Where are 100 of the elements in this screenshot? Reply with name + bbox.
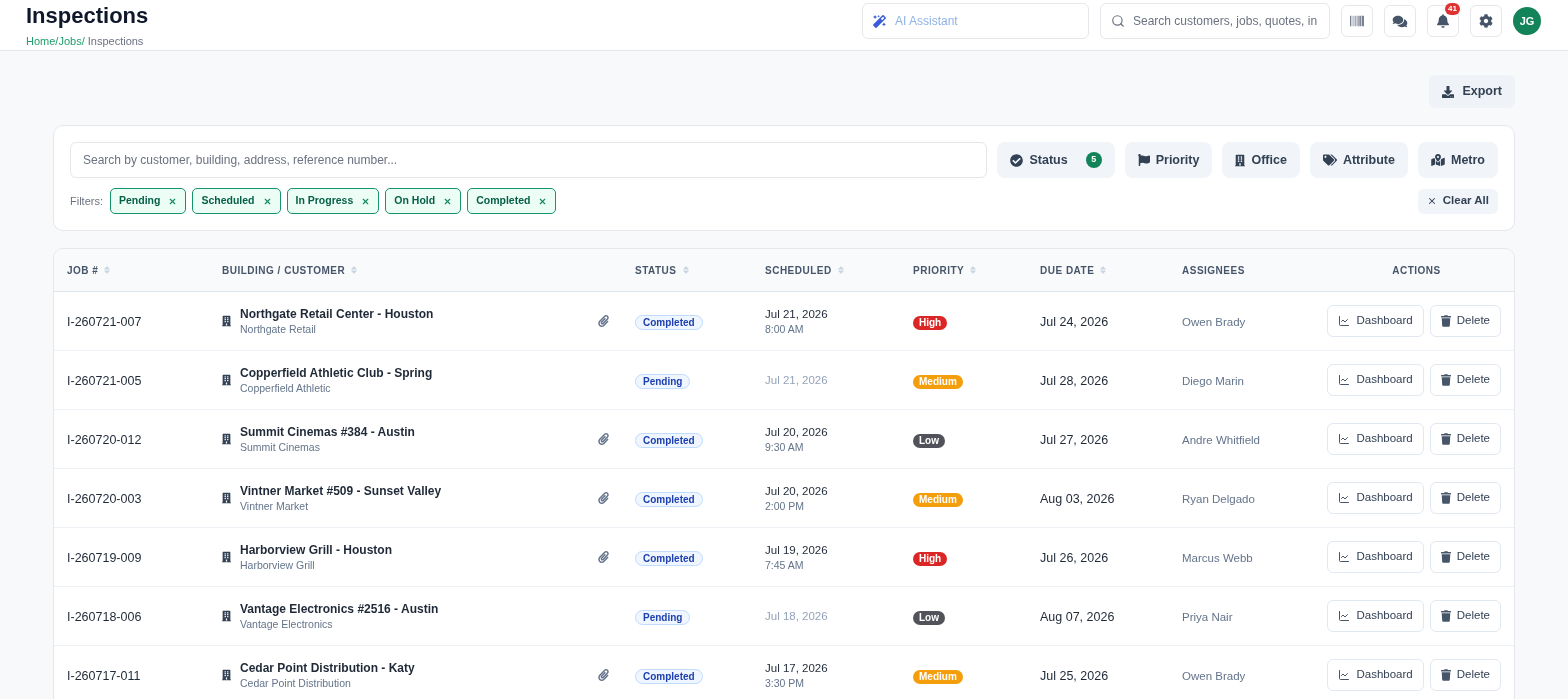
dashboard-button[interactable]: Dashboard bbox=[1327, 305, 1424, 337]
delete-button[interactable]: Delete bbox=[1429, 364, 1501, 396]
paperclip-icon[interactable] bbox=[598, 669, 609, 681]
line-chart-icon bbox=[1338, 492, 1351, 504]
trash-icon bbox=[1440, 669, 1451, 681]
user-avatar[interactable]: JG bbox=[1513, 7, 1541, 35]
building-icon bbox=[222, 492, 231, 504]
paperclip-icon[interactable] bbox=[598, 315, 609, 327]
barcode-button[interactable] bbox=[1341, 5, 1373, 37]
building-name[interactable]: Vantage Electronics #2516 - Austin bbox=[240, 601, 439, 617]
filter-button[interactable]: Metro bbox=[1417, 142, 1498, 178]
scheduled-date: Jul 21, 2026 bbox=[765, 373, 828, 388]
building-name[interactable]: Vintner Market #509 - Sunset Valley bbox=[240, 483, 442, 499]
due-date: Jul 27, 2026 bbox=[1040, 433, 1109, 447]
scheduled-date: Jul 20, 2026 bbox=[765, 483, 828, 499]
building-name[interactable]: Copperfield Athletic Club - Spring bbox=[240, 365, 433, 381]
delete-button[interactable]: Delete bbox=[1429, 541, 1501, 573]
export-button[interactable]: Export bbox=[1429, 75, 1515, 108]
dashboard-button[interactable]: Dashboard bbox=[1327, 600, 1424, 632]
scheduled-date: Jul 20, 2026 bbox=[765, 424, 828, 440]
assignee-name: Diego Marin bbox=[1182, 375, 1244, 387]
sort-icon bbox=[1100, 265, 1107, 275]
due-date: Jul 26, 2026 bbox=[1040, 551, 1109, 565]
building-name[interactable]: Northgate Retail Center - Houston bbox=[240, 306, 434, 322]
paperclip-icon[interactable] bbox=[598, 551, 609, 563]
column-header[interactable]: DUE DATE bbox=[1040, 262, 1107, 278]
dashboard-button[interactable]: Dashboard bbox=[1327, 541, 1424, 573]
assignee-name: Priya Nair bbox=[1182, 611, 1233, 623]
scheduled-time: 3:30 PM bbox=[765, 675, 805, 691]
search-field[interactable]: Search customers, jobs, quotes, in bbox=[1100, 3, 1330, 39]
dashboard-button[interactable]: Dashboard bbox=[1327, 482, 1424, 514]
magic-wand-icon bbox=[873, 15, 886, 28]
customer-name: Vantage Electronics bbox=[240, 617, 333, 631]
dashboard-button[interactable]: Dashboard bbox=[1327, 659, 1424, 691]
filter-button[interactable]: Status 5 bbox=[997, 142, 1115, 178]
paperclip-icon[interactable] bbox=[598, 492, 609, 504]
delete-button[interactable]: Delete bbox=[1429, 600, 1501, 632]
dashboard-button[interactable]: Dashboard bbox=[1327, 423, 1424, 455]
search-field[interactable]: Search by customer, building, address, reference number... bbox=[70, 142, 988, 178]
close-icon bbox=[361, 196, 371, 206]
trash-icon bbox=[1440, 433, 1451, 445]
assignee-name: Ryan Delgado bbox=[1182, 493, 1255, 505]
ai-assistant-field[interactable]: AI Assistant bbox=[862, 3, 1089, 39]
building-name[interactable]: Cedar Point Distribution - Katy bbox=[240, 660, 415, 676]
breadcrumb-link[interactable]: Home bbox=[26, 34, 56, 48]
status-badge: Completed bbox=[635, 669, 703, 684]
filter-button[interactable]: Office bbox=[1222, 142, 1300, 178]
column-header[interactable]: SCHEDULED bbox=[765, 262, 844, 278]
building-icon bbox=[222, 315, 231, 327]
building-name[interactable]: Summit Cinemas #384 - Austin bbox=[240, 424, 415, 440]
scheduled-date: Jul 17, 2026 bbox=[765, 660, 828, 676]
line-chart-icon bbox=[1338, 374, 1351, 386]
sort-icon bbox=[351, 265, 358, 275]
priority-badge: Medium bbox=[913, 374, 963, 389]
filter-chip[interactable]: Pending bbox=[110, 188, 187, 214]
delete-button[interactable]: Delete bbox=[1429, 423, 1501, 455]
breadcrumb-separator: / bbox=[55, 34, 59, 48]
breadcrumb-link[interactable]: Jobs bbox=[58, 34, 82, 48]
delete-button[interactable]: Delete bbox=[1429, 482, 1501, 514]
job-number: I-260721-005 bbox=[67, 374, 142, 388]
due-date: Jul 25, 2026 bbox=[1040, 669, 1109, 683]
building-icon bbox=[222, 551, 231, 563]
notification-count-badge: 41 bbox=[1445, 3, 1460, 15]
filter-button[interactable]: Attribute bbox=[1309, 142, 1408, 178]
close-icon bbox=[443, 196, 453, 206]
count-badge: 5 bbox=[1085, 152, 1102, 168]
paperclip-icon[interactable] bbox=[598, 433, 609, 445]
delete-button[interactable]: Delete bbox=[1429, 305, 1501, 337]
settings-button[interactable] bbox=[1470, 5, 1502, 37]
chat-button[interactable] bbox=[1384, 5, 1416, 37]
filter-chip[interactable]: In Progress bbox=[286, 188, 380, 214]
customer-name: Cedar Point Distribution bbox=[240, 676, 351, 690]
trash-icon bbox=[1440, 374, 1451, 386]
filter-chip[interactable]: Scheduled bbox=[192, 188, 281, 214]
column-header[interactable]: STATUS bbox=[635, 262, 689, 278]
sort-icon bbox=[682, 265, 689, 275]
clear-all-button[interactable]: Clear All bbox=[1417, 188, 1498, 214]
filter-button[interactable]: Priority bbox=[1124, 142, 1213, 178]
trash-icon bbox=[1440, 610, 1451, 622]
filters-label: Filters: bbox=[70, 193, 103, 209]
line-chart-icon bbox=[1338, 433, 1351, 445]
filter-chip[interactable]: Completed bbox=[467, 188, 557, 214]
building-name[interactable]: Harborview Grill - Houston bbox=[240, 542, 392, 558]
column-header[interactable]: BUILDING / CUSTOMER bbox=[222, 262, 358, 278]
scheduled-date: Jul 19, 2026 bbox=[765, 542, 828, 558]
job-number: I-260717-011 bbox=[67, 669, 141, 683]
notifications-button[interactable]: 41 bbox=[1427, 5, 1459, 37]
due-date: Jul 24, 2026 bbox=[1040, 315, 1109, 329]
column-header[interactable]: JOB # bbox=[67, 262, 111, 278]
delete-button[interactable]: Delete bbox=[1429, 659, 1501, 691]
dashboard-button[interactable]: Dashboard bbox=[1327, 364, 1424, 396]
column-header[interactable]: PRIORITY bbox=[913, 262, 977, 278]
page-title: Inspections bbox=[26, 4, 149, 28]
customer-name: Northgate Retail bbox=[240, 322, 316, 336]
filter-chip[interactable]: On Hold bbox=[385, 188, 462, 214]
job-number: I-260721-007 bbox=[67, 315, 142, 329]
flag-icon bbox=[1137, 154, 1150, 166]
line-chart-icon bbox=[1338, 315, 1351, 327]
job-number: I-260718-006 bbox=[67, 610, 142, 624]
scheduled-date: Jul 21, 2026 bbox=[765, 306, 828, 322]
